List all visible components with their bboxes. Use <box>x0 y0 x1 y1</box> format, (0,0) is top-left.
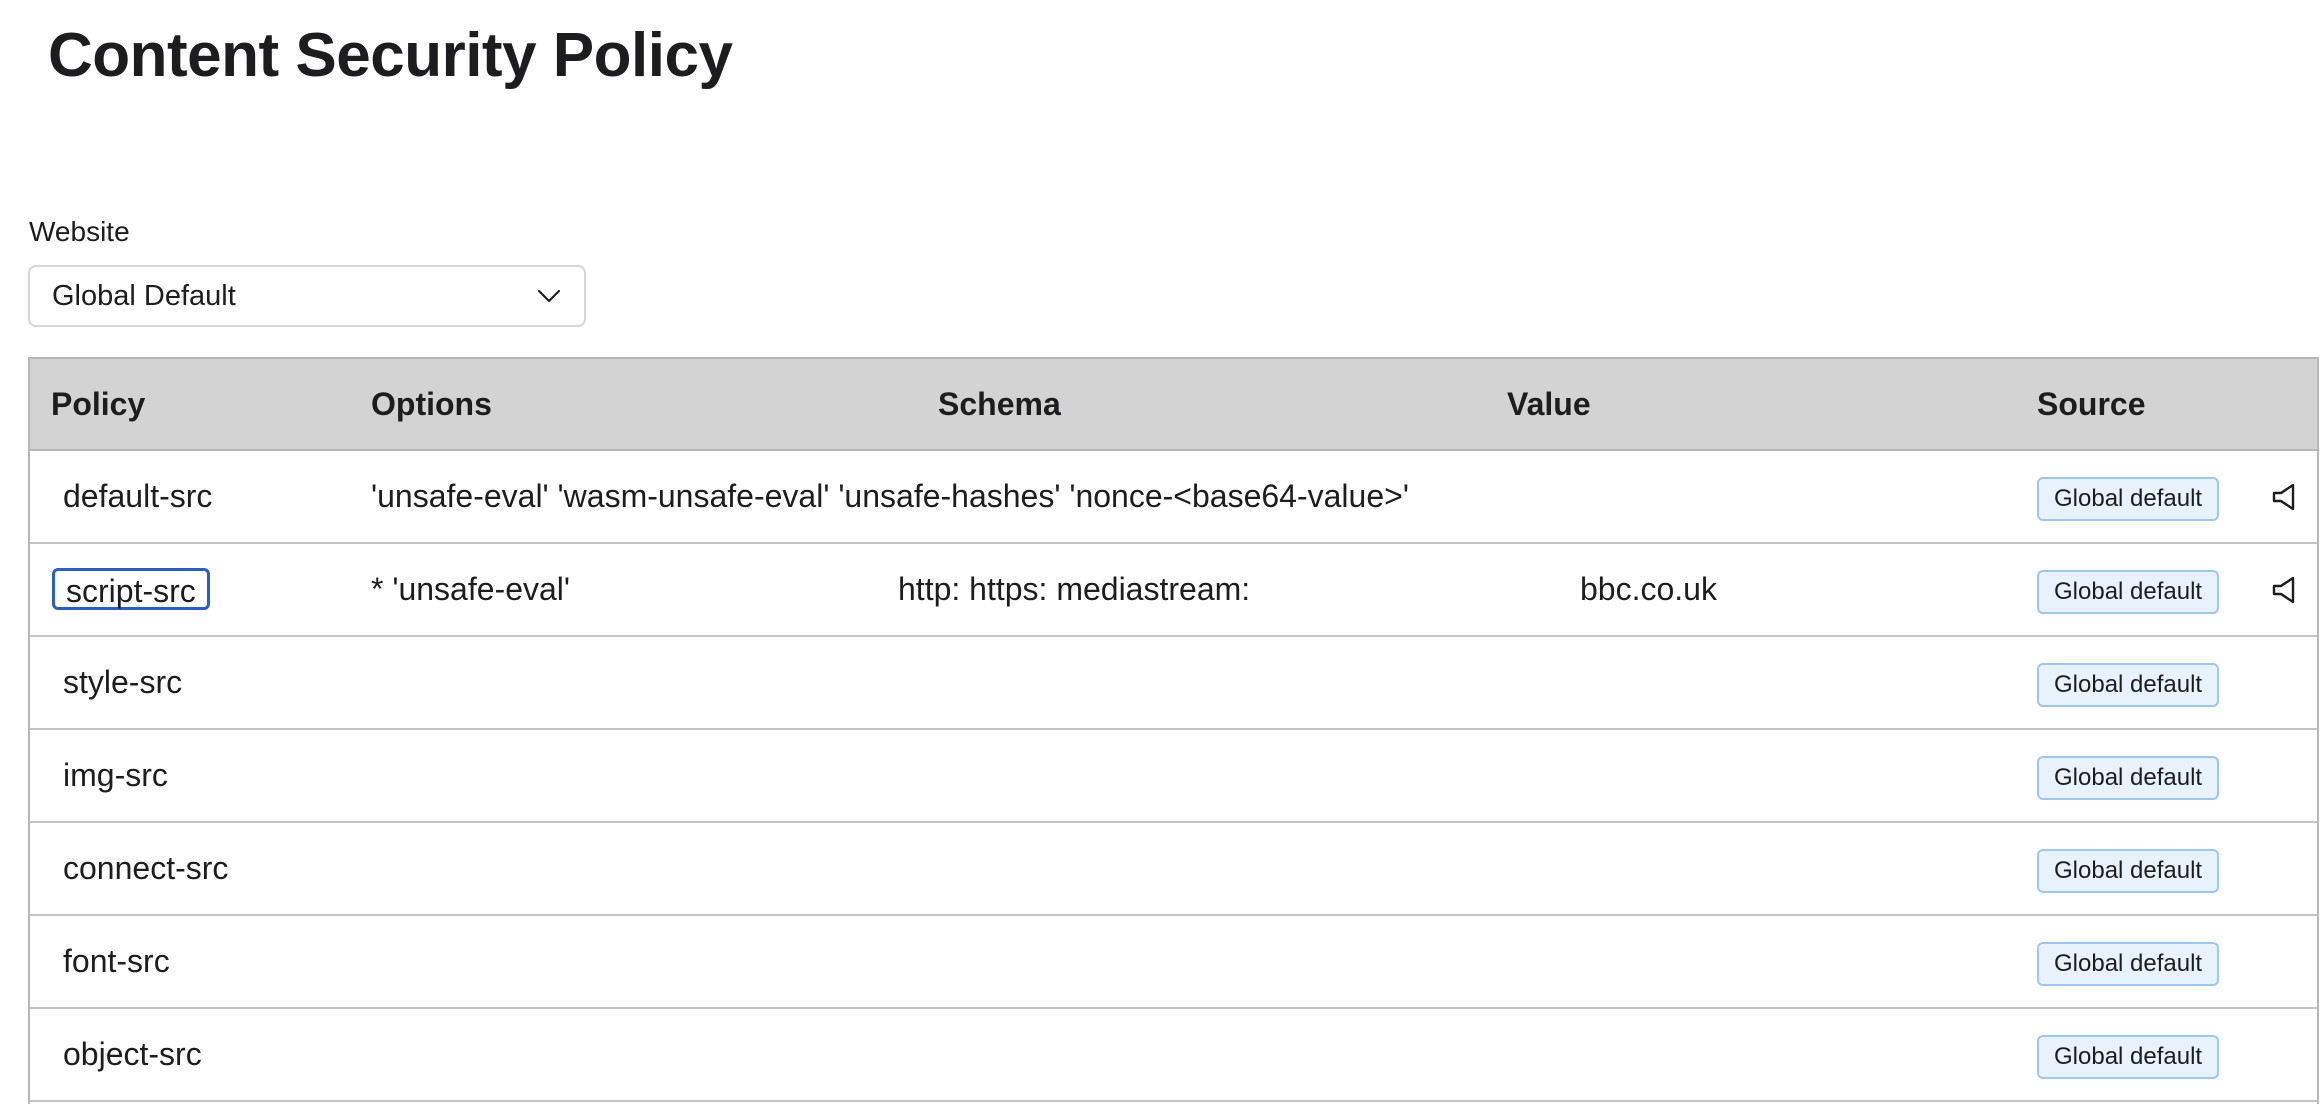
schema-cell: http: https: mediastream: <box>898 571 1251 607</box>
website-select[interactable]: Global Default <box>28 265 586 327</box>
column-header-schema[interactable]: Schema <box>938 359 1061 449</box>
policy-cell[interactable]: style-src <box>63 637 182 728</box>
table-row[interactable]: font-src Global default <box>30 916 2317 1009</box>
website-select-value: Global Default <box>52 279 236 312</box>
source-badge: Global default <box>2037 1035 2220 1079</box>
table-row[interactable]: default-src 'unsafe-eval' 'wasm-unsafe-e… <box>30 451 2317 544</box>
table-row[interactable]: connect-src Global default <box>30 823 2317 916</box>
column-header-value[interactable]: Value <box>1507 359 1591 449</box>
policy-cell[interactable]: font-src <box>63 916 170 1007</box>
source-badge: Global default <box>2037 477 2220 521</box>
table-row[interactable]: img-src Global default <box>30 730 2317 823</box>
value-cell: bbc.co.uk <box>1580 571 1717 607</box>
source-badge: Global default <box>2037 756 2220 800</box>
policy-cell[interactable]: default-src <box>63 451 212 542</box>
column-header-policy[interactable]: Policy <box>51 359 145 449</box>
column-header-source[interactable]: Source <box>2037 359 2145 449</box>
speaker-icon[interactable] <box>2268 481 2300 513</box>
table-row[interactable]: object-src Global default <box>30 1009 2317 1102</box>
source-badge: Global default <box>2037 570 2220 614</box>
policy-cell[interactable]: script-src <box>52 568 210 610</box>
source-badge: Global default <box>2037 942 2220 986</box>
chevron-down-icon <box>536 283 562 309</box>
table-row[interactable]: style-src Global default <box>30 637 2317 730</box>
csp-table: Policy Options Schema Value Source defau… <box>28 357 2319 1104</box>
policy-cell[interactable]: connect-src <box>63 823 228 914</box>
policy-cell[interactable]: img-src <box>63 730 168 821</box>
table-row[interactable]: script-src * 'unsafe-eval' http: https: … <box>30 544 2317 637</box>
table-header: Policy Options Schema Value Source <box>30 359 2317 451</box>
policy-cell[interactable]: object-src <box>63 1009 202 1100</box>
options-cell: * 'unsafe-eval' <box>371 571 570 607</box>
column-header-options[interactable]: Options <box>371 359 492 449</box>
source-badge: Global default <box>2037 849 2220 893</box>
page-title: Content Security Policy <box>48 21 733 90</box>
options-cell: 'unsafe-eval' 'wasm-unsafe-eval' 'unsafe… <box>371 478 1409 514</box>
speaker-icon[interactable] <box>2268 574 2300 606</box>
website-label: Website <box>29 216 130 247</box>
source-badge: Global default <box>2037 663 2220 707</box>
